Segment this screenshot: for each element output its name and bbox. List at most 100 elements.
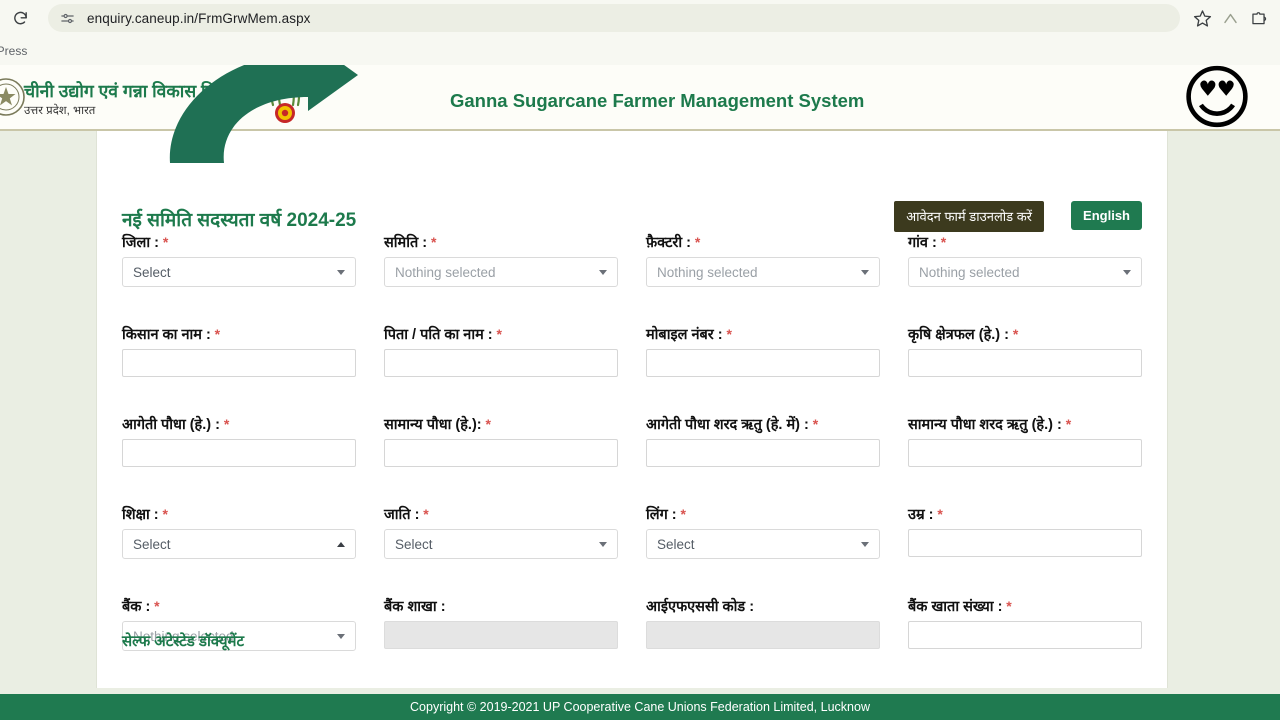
text-input[interactable] <box>908 529 1142 557</box>
field-label-text: गांव : <box>908 235 937 251</box>
field-label-text: आईएफएससी कोड : <box>646 599 755 615</box>
department-title-hindi: चीनी उद्योग एवं गन्ना विकास विभाग <box>24 81 242 101</box>
page-viewport: चीनी उद्योग एवं गन्ना विकास विभाग उत्तर … <box>0 65 1280 720</box>
sugarcane-emblem-icon <box>262 71 308 127</box>
row-spacer <box>122 467 1146 504</box>
text-input[interactable] <box>122 349 356 377</box>
text-input[interactable] <box>122 439 356 467</box>
page-title: नई समिति सदस्यता वर्ष 2024-25 <box>122 210 357 231</box>
field-label: समिति : * <box>384 232 618 251</box>
select-dropdown[interactable]: Nothing selected <box>646 257 880 287</box>
tune-icon[interactable] <box>60 11 75 26</box>
form-field: सामान्य पौधा (हे.): * <box>384 414 646 467</box>
required-asterisk: * <box>219 416 230 432</box>
form-row: आगेती पौधा (हे.) : * सामान्य पौधा (हे.): … <box>122 414 1146 467</box>
select-dropdown[interactable]: Nothing selected <box>384 257 618 287</box>
text-input[interactable] <box>646 349 880 377</box>
field-label: मोबाइल नंबर : * <box>646 324 880 343</box>
field-label-text: समिति : <box>384 235 428 251</box>
text-input[interactable] <box>646 439 880 467</box>
site-header: चीनी उद्योग एवं गन्ना विकास विभाग उत्तर … <box>0 65 1280 135</box>
text-input[interactable] <box>908 439 1142 467</box>
bookmarks-bar: rdPress <box>0 36 1280 65</box>
form-field: बैंक शाखा : <box>384 596 646 651</box>
form-field: फ़ैक्टरी : * Nothing selected <box>646 232 908 287</box>
text-input[interactable] <box>908 349 1142 377</box>
url-text: enquiry.caneup.in/FrmGrwMem.aspx <box>87 10 311 26</box>
form-field: सामान्य पौधा शरद ऋतु (हे.) : * <box>908 414 1170 467</box>
field-label: आईएफएससी कोड : <box>646 596 880 615</box>
field-label: बैंक खाता संख्या : * <box>908 596 1142 615</box>
text-input[interactable] <box>384 349 618 377</box>
bookmark-item-wordpress[interactable]: rdPress <box>0 44 27 58</box>
form-field: आगेती पौधा शरद ऋतु (हे. में) : * <box>646 414 908 467</box>
field-label: फ़ैक्टरी : * <box>646 232 880 251</box>
required-asterisk: * <box>481 416 491 432</box>
form-card: नई समिति सदस्यता वर्ष 2024-25 आवेदन फार्… <box>96 131 1168 720</box>
form-field: शिक्षा : * Select <box>122 504 384 559</box>
documents-section-title: सेल्फ अटेस्टेड डॉक्यूमेंट <box>122 633 245 650</box>
required-asterisk: * <box>150 598 160 614</box>
extensions-icon[interactable] <box>1244 4 1272 32</box>
field-label: किसान का नाम : * <box>122 324 356 343</box>
field-label: लिंग : * <box>646 504 880 523</box>
field-label-text: मोबाइल नंबर : <box>646 327 723 343</box>
text-input[interactable] <box>384 439 618 467</box>
required-asterisk: * <box>210 326 221 342</box>
row-spacer <box>122 651 1146 688</box>
select-dropdown[interactable]: Select <box>122 529 356 559</box>
star-icon[interactable] <box>1188 4 1216 32</box>
form-field: मोबाइल नंबर : * <box>646 324 908 377</box>
chevron-down-icon[interactable] <box>599 541 607 547</box>
chevron-up-icon[interactable] <box>337 541 345 547</box>
chevron-down-icon[interactable] <box>861 269 869 275</box>
copyright-text: Copyright © 2019-2021 UP Cooperative Can… <box>410 700 870 714</box>
field-label-text: सामान्य पौधा (हे.): <box>384 417 482 433</box>
download-application-form-button[interactable]: आवेदन फार्म डाउनलोड करें <box>894 201 1044 232</box>
profile-icon[interactable] <box>1216 4 1244 32</box>
select-value: Nothing selected <box>919 264 1020 280</box>
membership-form: जिला : * Select समिति : * Nothing selected फ… <box>122 232 1146 720</box>
select-dropdown[interactable]: Select <box>384 529 618 559</box>
field-label: जिला : * <box>122 232 356 251</box>
select-value: Select <box>133 536 171 552</box>
chevron-down-icon[interactable] <box>337 269 345 275</box>
field-label: उम्र : * <box>908 504 1142 523</box>
form-field: लिंग : * Select <box>646 504 908 559</box>
required-asterisk: * <box>492 326 502 342</box>
required-asterisk: * <box>690 234 701 250</box>
field-label: बैंक : * <box>122 596 356 615</box>
address-bar[interactable]: enquiry.caneup.in/FrmGrwMem.aspx <box>48 4 1180 32</box>
browser-toolbar: enquiry.caneup.in/FrmGrwMem.aspx <box>0 0 1280 36</box>
field-label-text: उम्र : <box>908 507 934 523</box>
chevron-down-icon[interactable] <box>861 541 869 547</box>
text-input[interactable] <box>908 621 1142 649</box>
chevron-down-icon[interactable] <box>599 269 607 275</box>
select-dropdown[interactable]: Select <box>122 257 356 287</box>
reload-icon[interactable] <box>6 4 34 32</box>
field-label-text: बैंक खाता संख्या : <box>908 599 1003 615</box>
required-asterisk: * <box>158 506 168 522</box>
language-toggle-button[interactable]: English <box>1071 201 1142 230</box>
select-dropdown[interactable]: Nothing selected <box>908 257 1142 287</box>
form-field: पिता / पति का नाम : * <box>384 324 646 377</box>
form-row: किसान का नाम : * पिता / पति का नाम : * मोब… <box>122 324 1146 377</box>
required-asterisk: * <box>1061 416 1072 432</box>
required-asterisk: * <box>808 416 819 432</box>
select-dropdown[interactable]: Select <box>646 529 880 559</box>
required-asterisk: * <box>1008 326 1019 342</box>
form-field: आगेती पौधा (हे.) : * <box>122 414 384 467</box>
required-asterisk: * <box>676 506 686 522</box>
chevron-down-icon[interactable] <box>1123 269 1131 275</box>
chevron-down-icon[interactable] <box>337 633 345 639</box>
field-label: बैंक शाखा : <box>384 596 618 615</box>
required-asterisk: * <box>419 506 429 522</box>
field-label: पिता / पति का नाम : * <box>384 324 618 343</box>
field-label-text: जाति : <box>384 507 420 523</box>
required-asterisk: * <box>936 234 947 250</box>
text-input <box>384 621 618 649</box>
form-row: शिक्षा : * Select जाति : * Select लिंग : * Se… <box>122 504 1146 559</box>
field-label-text: कृषि क्षेत्रफल (हे.) : <box>908 327 1009 343</box>
site-footer: Copyright © 2019-2021 UP Cooperative Can… <box>0 694 1280 720</box>
form-field: आईएफएससी कोड : <box>646 596 908 651</box>
